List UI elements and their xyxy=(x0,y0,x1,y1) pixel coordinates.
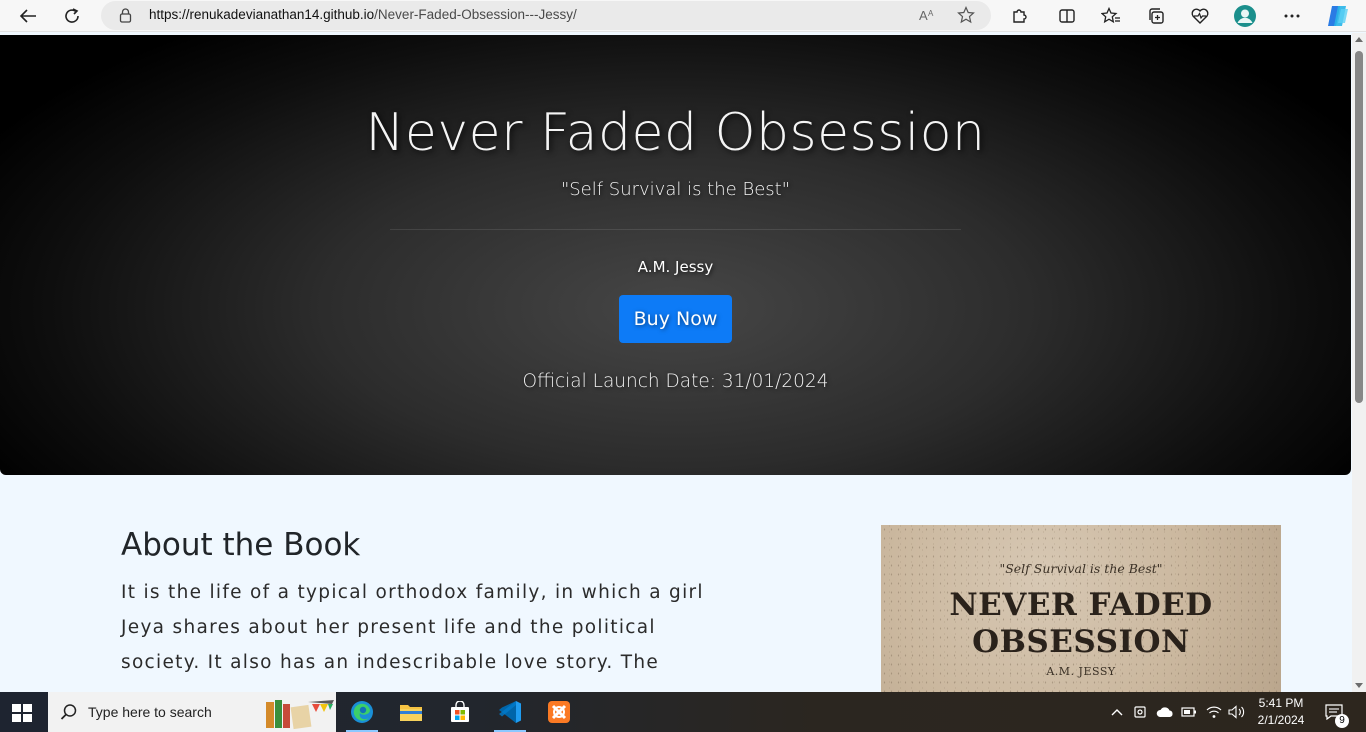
edge-icon xyxy=(351,701,373,723)
wifi-icon xyxy=(1206,706,1222,718)
book-tagline: "Self Survival is the Best" xyxy=(560,179,791,200)
store-icon xyxy=(451,701,469,722)
hero-divider xyxy=(390,229,961,230)
profile-icon xyxy=(1234,5,1256,27)
scroll-down-arrow[interactable] xyxy=(1355,683,1363,688)
about-line: It is the life of a typical orthodox fam… xyxy=(121,582,704,603)
about-heading: About the Book xyxy=(121,527,361,563)
vscode-icon xyxy=(499,701,521,723)
address-bar[interactable]: https://renukadevianathan14.github.io/Ne… xyxy=(101,1,991,30)
buy-now-button[interactable]: Buy Now xyxy=(619,295,732,343)
webcam-icon xyxy=(1134,706,1146,718)
windows-taskbar: Type here to search 5:41 PM 2/1/2024 9 xyxy=(0,692,1366,732)
cover-title-line2: OBSESSION xyxy=(972,624,1190,660)
taskbar-store[interactable] xyxy=(436,692,484,732)
profile-button[interactable] xyxy=(1233,4,1257,28)
books-illustration-icon xyxy=(266,700,334,730)
favorite-button[interactable] xyxy=(954,3,978,27)
clock-date: 2/1/2024 xyxy=(1257,713,1305,727)
scrollbar-thumb[interactable] xyxy=(1355,51,1363,403)
taskbar-xampp[interactable] xyxy=(535,692,583,732)
url-path: /Never-Faded-Obsession---Jessy/ xyxy=(374,7,577,22)
show-hidden-icons[interactable] xyxy=(1108,692,1126,732)
clock-time: 5:41 PM xyxy=(1258,696,1304,710)
refresh-button[interactable] xyxy=(59,4,85,28)
url-host: https://renukadevianathan14.github.io xyxy=(149,7,375,22)
battery-icon xyxy=(1181,707,1196,717)
cover-title-line1: NEVER FADED xyxy=(949,587,1213,623)
read-aloud-button[interactable]: AA xyxy=(915,3,939,27)
favorite-star-icon xyxy=(957,6,975,24)
tray-network[interactable] xyxy=(1204,692,1224,732)
tray-meet-now[interactable] xyxy=(1132,692,1150,732)
scroll-up-arrow[interactable] xyxy=(1355,37,1363,42)
collections-icon xyxy=(1149,8,1164,24)
lock-icon xyxy=(119,8,132,23)
book-title: Never Faded Obsession xyxy=(365,103,986,163)
back-button[interactable] xyxy=(15,4,41,28)
browser-toolbar: https://renukadevianathan14.github.io/Ne… xyxy=(0,0,1366,32)
more-button[interactable] xyxy=(1280,4,1304,28)
launch-date: Official Launch Date: 31/01/2024 xyxy=(522,371,829,392)
collections-button[interactable] xyxy=(1144,4,1168,28)
split-screen-button[interactable] xyxy=(1055,4,1079,28)
about-text: It is the life of a typical orthodox fam… xyxy=(121,575,721,680)
hero-section: Never Faded Obsession "Self Survival is … xyxy=(0,35,1351,475)
search-placeholder: Type here to search xyxy=(88,704,212,720)
back-icon xyxy=(19,9,36,23)
more-icon xyxy=(1284,14,1300,18)
tray-volume[interactable] xyxy=(1227,692,1247,732)
windows-start-icon[interactable] xyxy=(12,704,32,722)
speaker-icon xyxy=(1228,705,1245,719)
copilot-button[interactable] xyxy=(1326,4,1350,28)
cover-tagline: "Self Survival is the Best" xyxy=(999,561,1163,576)
taskbar-vscode[interactable] xyxy=(486,692,534,732)
refresh-icon xyxy=(65,8,79,23)
favorites-icon xyxy=(1101,7,1120,24)
about-line: Jeya shares about her present life and t… xyxy=(121,617,656,638)
extensions-button[interactable] xyxy=(1007,4,1031,28)
about-line: society. It also has an indescribable lo… xyxy=(121,652,660,673)
file-explorer-icon xyxy=(400,705,422,721)
notification-count-badge: 9 xyxy=(1335,714,1349,728)
tray-battery[interactable] xyxy=(1180,692,1198,732)
book-cover-image: "Self Survival is the Best" NEVER FADED … xyxy=(881,525,1281,692)
tray-onedrive[interactable] xyxy=(1155,692,1175,732)
search-icon xyxy=(60,704,77,720)
read-aloud-icon: AA xyxy=(919,8,934,23)
page-viewport: Never Faded Obsession "Self Survival is … xyxy=(0,33,1352,692)
split-screen-icon xyxy=(1059,9,1075,23)
taskbar-file-explorer[interactable] xyxy=(387,692,435,732)
performance-icon xyxy=(1191,8,1209,24)
cover-author: A.M. JESSY xyxy=(1046,665,1116,678)
xampp-icon xyxy=(548,701,570,723)
svg-text:A: A xyxy=(928,9,934,18)
taskbar-search-box[interactable]: Type here to search xyxy=(48,692,336,732)
book-author: A.M. Jessy xyxy=(637,258,714,276)
performance-button[interactable] xyxy=(1188,4,1212,28)
taskbar-edge[interactable] xyxy=(338,692,386,732)
taskbar-clock[interactable]: 5:41 PM 2/1/2024 xyxy=(1252,695,1310,729)
chevron-up-icon xyxy=(1111,709,1123,716)
copilot-icon xyxy=(1328,6,1348,26)
url-text[interactable]: https://renukadevianathan14.github.io/Ne… xyxy=(149,7,577,22)
extensions-icon xyxy=(1013,9,1027,23)
cloud-icon xyxy=(1156,707,1173,717)
favorites-button[interactable] xyxy=(1099,4,1123,28)
page-scrollbar[interactable] xyxy=(1352,33,1366,692)
svg-text:A: A xyxy=(919,8,928,23)
